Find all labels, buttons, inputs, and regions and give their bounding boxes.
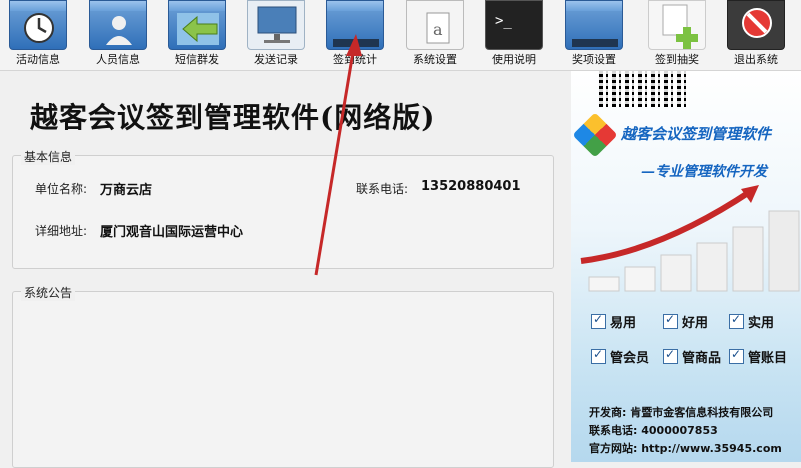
website-text: 官方网站: http://www.35945.com	[589, 442, 782, 455]
system-notice-legend: 系统公告	[21, 284, 76, 301]
folder-icon	[326, 0, 384, 50]
send-records-label: 发送记录	[254, 53, 298, 66]
activity-info-button[interactable]: 活动信息	[0, 0, 76, 70]
system-notice-group: 系统公告	[12, 284, 554, 468]
user-guide-label: 使用说明	[492, 53, 536, 66]
checkbox-checked-icon	[591, 347, 606, 364]
main-panel: 越客会议签到管理软件(网络版) 基本信息 单位名称: 万商云店 联系电话: 13…	[0, 71, 570, 468]
feature-accounts-checkbox: 管账目	[729, 347, 787, 366]
unit-name-label: 单位名称:	[35, 182, 88, 196]
exit-system-button[interactable]: 退出系统	[718, 0, 794, 70]
checkin-lottery-button[interactable]: 签到抽奖	[639, 0, 715, 70]
developer-text: 开发商: 肯暨市金客信息科技有限公司	[589, 406, 774, 419]
prize-settings-label: 奖项设置	[572, 53, 616, 66]
person-folder-icon	[89, 0, 147, 50]
feature-good-checkbox: 好用	[663, 312, 708, 331]
phone-value: 13520880401	[421, 179, 521, 194]
phone-label: 联系电话:	[356, 182, 409, 196]
address-value: 厦门观音山国际运营中心	[100, 225, 244, 240]
folder-icon	[565, 0, 623, 50]
user-guide-button[interactable]: >_ 使用说明	[476, 0, 552, 70]
contact-phone-text: 联系电话: 4000007853	[589, 424, 718, 437]
qr-code	[599, 71, 689, 107]
system-settings-button[interactable]: a 系统设置	[397, 0, 473, 70]
feature-products-checkbox: 管商品	[663, 347, 721, 366]
monitor-icon	[247, 0, 305, 50]
feature-label: 易用	[610, 316, 637, 331]
exit-system-label: 退出系统	[734, 53, 778, 66]
document-a-icon: a	[406, 0, 464, 50]
add-document-icon	[648, 0, 706, 50]
stop-icon	[727, 0, 785, 50]
brand-logo-icon	[572, 112, 618, 158]
svg-text:a: a	[433, 20, 443, 39]
address-label: 详细地址:	[35, 224, 88, 238]
checkin-stats-button[interactable]: 签到统计	[317, 0, 393, 70]
growth-graphic	[580, 185, 800, 292]
unit-name-value: 万商云店	[100, 183, 153, 198]
feature-label: 管商品	[682, 351, 722, 366]
terminal-icon: >_	[485, 0, 543, 50]
checkin-lottery-label: 签到抽奖	[655, 53, 699, 66]
checkbox-checked-icon	[729, 347, 744, 364]
checkbox-checked-icon	[663, 347, 678, 364]
personnel-info-label: 人员信息	[96, 53, 140, 66]
system-settings-label: 系统设置	[413, 53, 457, 66]
prize-settings-button[interactable]: 奖项设置	[556, 0, 632, 70]
checkbox-checked-icon	[729, 312, 744, 329]
feature-label: 管账目	[748, 351, 788, 366]
feature-label: 管会员	[610, 351, 650, 366]
sms-broadcast-button[interactable]: 短信群发	[159, 0, 235, 70]
feature-members-checkbox: 管会员	[591, 347, 649, 366]
basic-info-legend: 基本信息	[21, 148, 76, 165]
checkbox-checked-icon	[663, 312, 678, 329]
page-title: 越客会议签到管理软件(网络版)	[30, 101, 436, 134]
feature-easy-checkbox: 易用	[591, 312, 636, 331]
toolbar: 活动信息 人员信息 短信群发 发送记录 签到统计 a 系统设置 >_ 使用说明	[0, 0, 801, 71]
send-records-button[interactable]: 发送记录	[238, 0, 314, 70]
basic-info-group: 基本信息 单位名称: 万商云店 联系电话: 13520880401 详细地址: …	[12, 148, 554, 269]
sms-broadcast-label: 短信群发	[175, 53, 219, 66]
arrow-left-icon	[168, 0, 226, 50]
history-clock-icon	[9, 0, 67, 50]
brand-slogan: —专业管理软件开发	[641, 164, 767, 180]
feature-label: 实用	[748, 316, 775, 331]
brand-name: 越客会议签到管理软件	[621, 125, 772, 143]
activity-info-label: 活动信息	[16, 53, 60, 66]
feature-label: 好用	[682, 316, 709, 331]
checkbox-checked-icon	[591, 312, 606, 329]
svg-text:>_: >_	[495, 13, 512, 29]
checkin-stats-label: 签到统计	[333, 53, 377, 66]
personnel-info-button[interactable]: 人员信息	[80, 0, 156, 70]
promo-panel: 越客会议签到管理软件 —专业管理软件开发 易用 好用 实用 管会员 管商品 管账…	[571, 71, 801, 462]
feature-practical-checkbox: 实用	[729, 312, 774, 331]
